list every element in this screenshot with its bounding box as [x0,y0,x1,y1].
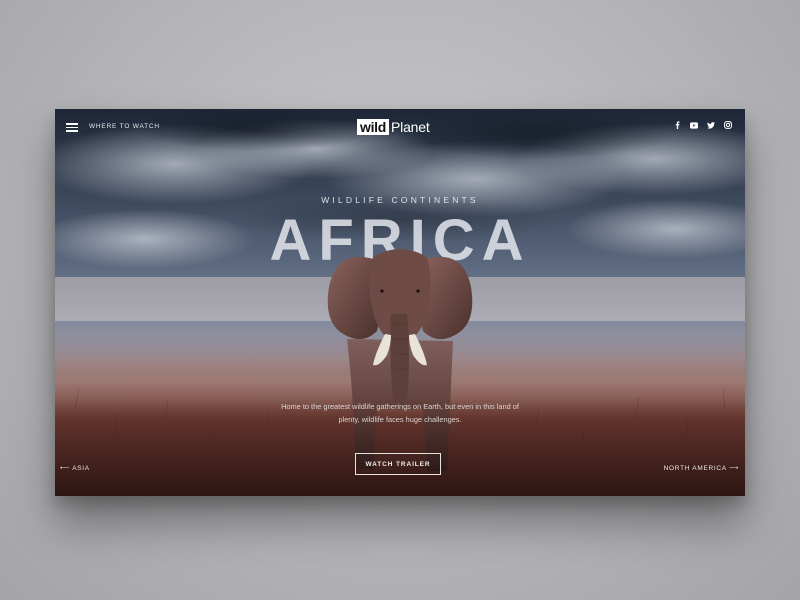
youtube-icon[interactable] [690,121,698,129]
hero-eyebrow: WILDLIFE CONTINENTS [321,195,479,205]
facebook-icon[interactable] [673,121,681,129]
hero-title: AFRICA [269,208,531,273]
logo-boxed-text: wild [357,119,390,135]
twitter-icon[interactable] [707,121,715,129]
prev-continent-link[interactable]: ⟵ ASIA [60,464,90,472]
hero-frame: WHERE TO WATCH wild Planet WILDLIFE CONT… [55,109,745,496]
next-continent-label: NORTH AMERICA [663,465,727,472]
watch-trailer-button[interactable]: WATCH TRAILER [355,453,441,475]
wild-planet-logo[interactable]: wild Planet [357,118,430,136]
savanna-background [55,109,745,496]
next-continent-link[interactable]: NORTH AMERICA ⟶ [664,464,739,472]
hamburger-menu-icon[interactable] [66,123,78,132]
prev-continent-label: ASIA [72,465,90,472]
arrow-left-icon: ⟵ [60,465,71,472]
arrow-right-icon: ⟶ [728,465,739,472]
where-to-watch-link[interactable]: WHERE TO WATCH [89,123,160,130]
instagram-icon[interactable] [724,121,732,129]
logo-text: Planet [391,119,430,135]
social-links [673,121,732,129]
hero-description: Home to the greatest wildlife gatherings… [281,402,519,424]
